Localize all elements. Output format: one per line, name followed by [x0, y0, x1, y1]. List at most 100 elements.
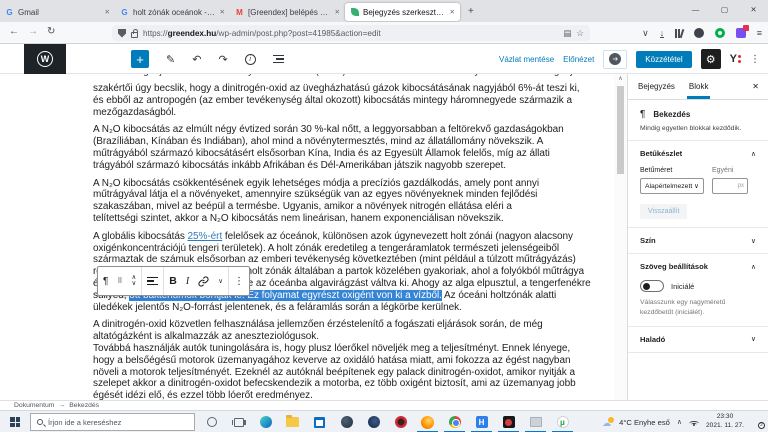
- reset-button[interactable]: Visszaállít: [640, 204, 687, 219]
- list-view-button[interactable]: [273, 55, 284, 64]
- breadcrumb-block[interactable]: Bekezdés: [69, 402, 99, 409]
- wordpress-logo-button[interactable]: W: [24, 44, 66, 74]
- bold-button[interactable]: B: [169, 275, 177, 287]
- reader-mode-icon[interactable]: ▤: [563, 28, 571, 39]
- store-button[interactable]: [306, 411, 333, 432]
- back-button[interactable]: ←: [9, 26, 19, 37]
- italic-button[interactable]: I: [186, 276, 189, 287]
- reload-button[interactable]: ↻: [47, 26, 55, 37]
- tab-gmail[interactable]: G Gmail ✕: [0, 3, 115, 21]
- dropcap-toggle[interactable]: [640, 280, 664, 292]
- block-mover[interactable]: ∧∨: [132, 275, 137, 287]
- app-red-button[interactable]: [387, 411, 414, 432]
- app-dark-2-button[interactable]: [360, 411, 387, 432]
- lock-icon[interactable]: [131, 32, 138, 38]
- tracking-protection-shield-icon[interactable]: [118, 29, 126, 38]
- scrollbar-thumb[interactable]: [617, 86, 624, 174]
- new-tab-button[interactable]: +: [468, 6, 474, 17]
- downloads-icon[interactable]: ↓: [660, 29, 665, 38]
- tab-post-editor-active[interactable]: Bejegyzés szerkesztése - Green ✕: [345, 3, 460, 21]
- tab-close-icon[interactable]: ✕: [335, 8, 340, 16]
- hidden-icons-chevron[interactable]: ∧: [677, 418, 682, 426]
- tab-gmail-message[interactable]: M [Greendex] belépés részletei - G ✕: [230, 3, 345, 21]
- redo-button[interactable]: ↷: [218, 53, 227, 66]
- close-sidebar-icon[interactable]: ✕: [752, 82, 759, 91]
- obs-button[interactable]: [495, 411, 522, 432]
- file-explorer-button[interactable]: [279, 411, 306, 432]
- text-line: A N₂O kibocsátás csökkentésének egyik le…: [93, 178, 610, 190]
- minimize-button[interactable]: —: [681, 0, 710, 20]
- url-text: https://greendex.hu/wp-admin/post.php?po…: [143, 29, 558, 38]
- post-content[interactable]: Az ENSZ Éghajlatváltozási Kormányközi Te…: [93, 74, 610, 400]
- chrome-button[interactable]: [441, 411, 468, 432]
- settings-gear-button[interactable]: ⚙: [701, 49, 721, 69]
- maximize-button[interactable]: ▢: [710, 0, 739, 20]
- extension-icon-3[interactable]: [736, 28, 746, 38]
- details-info-button[interactable]: i: [245, 54, 256, 65]
- text-line: műtrágyával látja el a növényeket, amenn…: [93, 189, 610, 201]
- bookmark-star-icon[interactable]: ☆: [576, 28, 584, 39]
- paragraph-block-icon[interactable]: ¶: [103, 276, 108, 287]
- yoast-icon: Y: [730, 53, 737, 65]
- address-bar[interactable]: https://greendex.hu/wp-admin/post.php?po…: [112, 25, 590, 41]
- text-settings-header[interactable]: Szöveg beállítások ∧: [640, 262, 756, 271]
- typography-header[interactable]: Betűkészlet ∧: [640, 149, 756, 158]
- network-icon[interactable]: [689, 418, 699, 426]
- utorrent-button[interactable]: µ: [549, 411, 576, 432]
- block-options-icon[interactable]: ⋮: [234, 276, 244, 287]
- paragraph-5[interactable]: A dinitrogén-oxid közvetlen felhasználás…: [93, 319, 610, 400]
- yoast-seo-button[interactable]: Y: [730, 53, 741, 65]
- tab-close-icon[interactable]: ✕: [105, 8, 110, 16]
- save-draft-button[interactable]: Vázlat mentése: [499, 55, 554, 64]
- firefox-button[interactable]: [414, 411, 441, 432]
- menu-icon[interactable]: ≡: [757, 28, 762, 38]
- tools-pencil-icon[interactable]: ✎: [166, 53, 175, 66]
- text-line: altatógázként is alkalmazzák az anesztez…: [93, 331, 610, 343]
- library-icon[interactable]: [675, 29, 683, 38]
- paragraph-3-selected-block[interactable]: A N₂O kibocsátás csökkentésének egyik le…: [93, 178, 610, 225]
- tab-close-icon[interactable]: ✕: [220, 8, 225, 16]
- chevron-down-icon[interactable]: ∨: [218, 277, 223, 285]
- scroll-up-icon[interactable]: ∧: [614, 75, 627, 82]
- pocket-icon[interactable]: ∨: [642, 28, 649, 39]
- align-icon[interactable]: [147, 277, 158, 286]
- undo-button[interactable]: ↶: [192, 53, 201, 66]
- taskbar-clock[interactable]: 23:30 2021. 11. 27.: [706, 413, 744, 431]
- color-header[interactable]: Szín ∨: [640, 236, 756, 245]
- app-gray-button[interactable]: [522, 411, 549, 432]
- advanced-header[interactable]: Haladó ∨: [640, 335, 756, 344]
- task-view-button[interactable]: [225, 411, 252, 432]
- paragraph-2[interactable]: A N₂O kibocsátás az elmúlt négy évtized …: [93, 124, 610, 171]
- tab-post[interactable]: Bejegyzés: [638, 74, 675, 99]
- extension-icon-1[interactable]: [694, 28, 704, 38]
- publish-button[interactable]: Közzététel: [636, 51, 691, 68]
- breadcrumb-document[interactable]: Dokumentum: [14, 402, 54, 409]
- action-center-button[interactable]: 2: [751, 417, 763, 428]
- tab-block[interactable]: Blokk: [689, 74, 709, 99]
- cortana-button[interactable]: [198, 411, 225, 432]
- weather-widget[interactable]: ☁ 4°C Enyhe eső: [602, 417, 670, 428]
- preview-button[interactable]: Előnézet: [563, 55, 594, 64]
- app-h-button[interactable]: H: [468, 411, 495, 432]
- editor-canvas[interactable]: Az ENSZ Éghajlatváltozási Kormányközi Te…: [0, 74, 614, 400]
- start-button[interactable]: [0, 411, 30, 432]
- app-dark-1-button[interactable]: [333, 411, 360, 432]
- edge-button[interactable]: [252, 411, 279, 432]
- extension-icon-2[interactable]: [715, 28, 725, 38]
- inline-link[interactable]: 25%-ért: [188, 231, 223, 242]
- forward-button[interactable]: →: [28, 26, 38, 37]
- options-menu-button[interactable]: ⋮: [750, 54, 760, 65]
- tab-google-search[interactable]: G holt zónák oceánok - Google-ke ✕: [115, 3, 230, 21]
- site-icon-button[interactable]: ➜: [603, 50, 627, 69]
- custom-size-input[interactable]: px: [712, 178, 748, 194]
- drag-handle-icon[interactable]: ⠿: [117, 277, 122, 285]
- taskbar-search[interactable]: Írjon ide a kereséshez: [30, 413, 195, 431]
- link-icon[interactable]: [198, 276, 209, 287]
- content-scrollbar[interactable]: ∧: [614, 74, 627, 400]
- paragraph-1[interactable]: szakértői úgy becslik, hogy a dinitrogén…: [93, 83, 610, 118]
- tab-close-icon[interactable]: ✕: [450, 8, 455, 16]
- breadcrumb-arrow-icon: →: [58, 402, 65, 409]
- font-size-select[interactable]: Alapértelmezett ∨: [640, 178, 704, 194]
- block-inserter-button[interactable]: +: [131, 50, 149, 68]
- close-window-button[interactable]: ✕: [739, 0, 768, 20]
